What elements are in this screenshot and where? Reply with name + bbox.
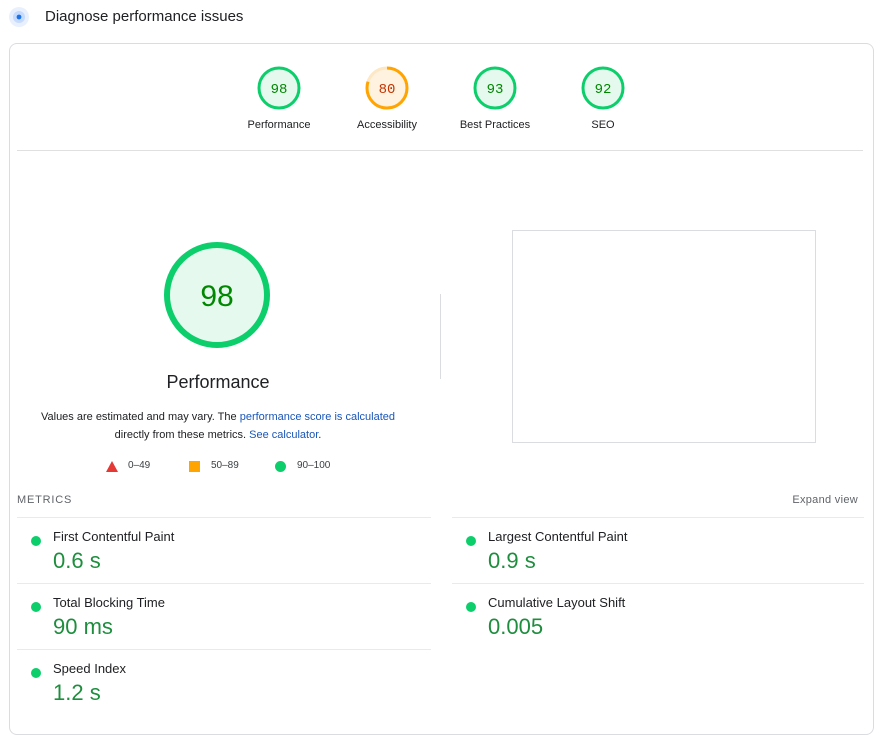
performance-score: 98 — [200, 280, 233, 313]
gauge-best-practices[interactable]: 93 Best Practices — [440, 65, 550, 131]
performance-description: Values are estimated and may vary. The p… — [40, 411, 395, 441]
gauge-score: 80 — [379, 82, 396, 98]
gauge-score: 92 — [595, 82, 612, 98]
metric-name: Cumulative Layout Shift — [488, 595, 626, 610]
expand-view-toggle[interactable]: Expand view — [792, 494, 858, 506]
pass-circle-icon — [31, 668, 41, 678]
metric-name: Largest Contentful Paint — [488, 529, 628, 544]
metric-speed-index: Speed Index 1.2 s — [17, 649, 431, 716]
vertical-divider — [440, 294, 441, 379]
metric-value: 90 ms — [53, 614, 113, 639]
gauge-label: Performance — [247, 119, 311, 131]
square-icon — [189, 461, 200, 472]
gauge-performance[interactable]: 98 Performance — [224, 65, 334, 131]
gauge-seo[interactable]: 92 SEO — [548, 65, 658, 131]
gauge-score: 93 — [487, 82, 504, 98]
gauge-label: Best Practices — [459, 119, 531, 131]
score-gauge-icon: 80 — [365, 66, 409, 110]
metric-name: Speed Index — [53, 661, 127, 676]
pass-circle-icon — [466, 602, 476, 612]
score-gauge-icon: 98 — [257, 66, 301, 110]
circle-icon — [275, 461, 286, 472]
performance-title: Performance — [166, 372, 270, 392]
score-calculated-link[interactable]: performance score is calculated — [240, 411, 395, 423]
report-card: 98 Performance 80 Accessibility 93 Best … — [9, 43, 874, 735]
metric-first-contentful-paint: First Contentful Paint 0.6 s — [17, 517, 431, 584]
triangle-icon — [106, 461, 118, 472]
metrics-heading: METRICS — [17, 494, 73, 506]
metric-name: Total Blocking Time — [53, 595, 165, 610]
score-gauge-icon: 93 — [473, 66, 517, 110]
pass-circle-icon — [31, 602, 41, 612]
metric-total-blocking-time: Total Blocking Time 90 ms — [17, 583, 431, 650]
gauge-label: Accessibility — [357, 119, 417, 131]
page-screenshot — [512, 230, 816, 443]
metric-largest-contentful-paint: Largest Contentful Paint 0.9 s — [452, 517, 864, 584]
pass-circle-icon — [466, 536, 476, 546]
metric-value: 0.6 s — [53, 548, 101, 573]
category-gauges: 98 Performance 80 Accessibility 93 Best … — [10, 44, 873, 150]
see-calculator-link[interactable]: See calculator — [249, 429, 318, 441]
score-gauge-icon: 92 — [581, 66, 625, 110]
performance-gauge: 98 — [164, 242, 270, 348]
pass-circle-icon — [31, 536, 41, 546]
metric-value: 1.2 s — [53, 680, 101, 705]
divider — [17, 150, 863, 151]
lighthouse-icon — [9, 7, 29, 27]
gauge-score: 98 — [271, 82, 288, 98]
metric-name: First Contentful Paint — [53, 529, 175, 544]
header-bar: Diagnose performance issues — [0, 0, 891, 36]
gauge-accessibility[interactable]: 80 Accessibility — [332, 65, 442, 131]
page-title: Diagnose performance issues — [45, 8, 244, 25]
metric-value: 0.005 — [488, 614, 544, 639]
gauge-label: SEO — [591, 119, 615, 131]
metric-cumulative-layout-shift: Cumulative Layout Shift 0.005 — [452, 583, 864, 650]
metric-value: 0.9 s — [488, 548, 536, 573]
